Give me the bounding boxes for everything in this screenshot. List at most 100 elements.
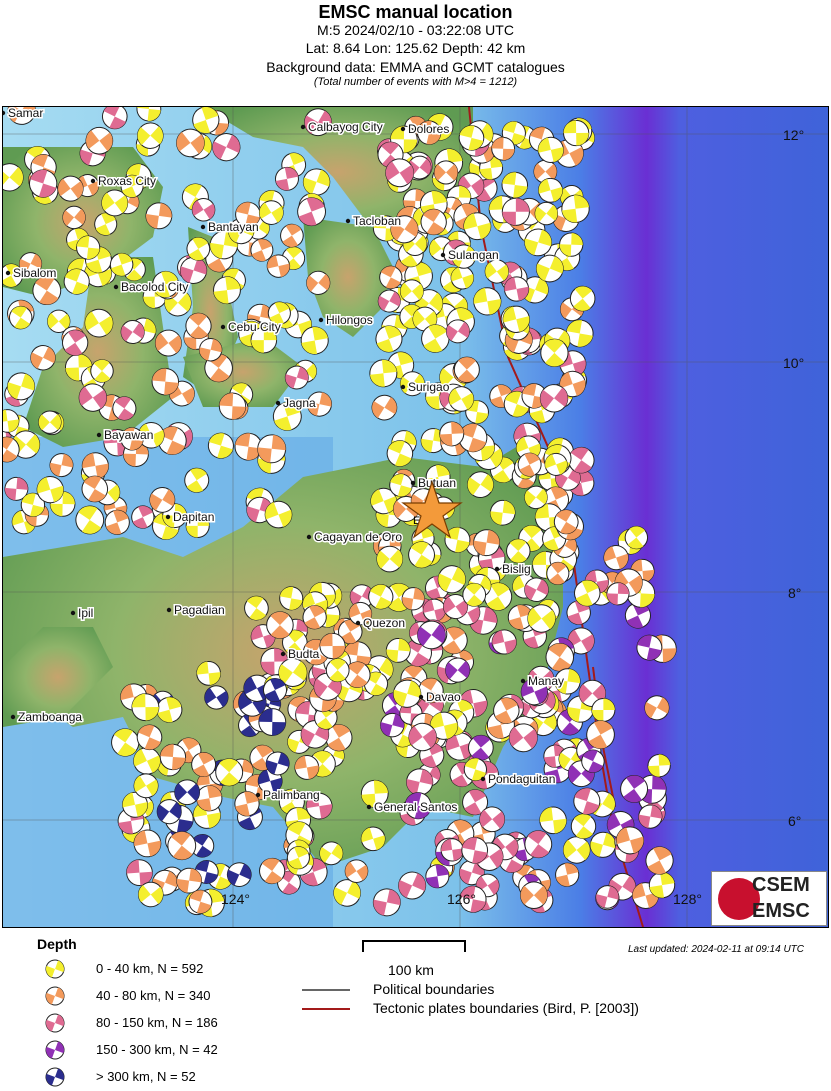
beachball-marker [45, 1040, 65, 1060]
city-label: Pondaguitan [488, 772, 555, 786]
city-label: Tacloban [353, 214, 401, 228]
city-label: Cebu City [228, 320, 281, 334]
city-dot [345, 218, 351, 224]
beachball-marker [131, 693, 160, 722]
beachball-marker [559, 232, 584, 257]
city-dot [113, 284, 119, 290]
city-label: Dapitan [173, 510, 214, 524]
city-dot [70, 610, 76, 616]
lat-label-6: 6° [788, 813, 801, 829]
legend-beachball-icon [45, 959, 65, 979]
city-dot [355, 620, 361, 626]
city-label: Sulangan [448, 248, 499, 262]
city-dot [400, 384, 406, 390]
logo-csem-text: CSEM [752, 874, 810, 896]
lat-label-12: 12° [783, 127, 804, 143]
city-label: Jagna [283, 396, 316, 410]
city-label: Roxas City [98, 174, 156, 188]
city-dot [306, 534, 312, 540]
legend-item-label: 0 - 40 km, N = 592 [96, 961, 204, 976]
city-label: Pagadian [174, 603, 225, 617]
city-label: Bayawan [104, 428, 153, 442]
city-label: Budta [288, 647, 320, 661]
city-label: Zamboanga [18, 710, 82, 724]
beachball-marker [606, 582, 630, 606]
beachball-marker [563, 119, 590, 147]
city-dot [410, 480, 416, 486]
city-label: Bantayan [208, 220, 259, 234]
last-updated: Last updated: 2024-02-11 at 09:14 UTC [627, 944, 804, 955]
city-dot [200, 224, 206, 230]
beachball-marker [591, 698, 616, 723]
background-data-note: Background data: EMMA and GCMT catalogue… [266, 59, 565, 75]
city-dot [275, 400, 281, 406]
plate-boundary-swatch [302, 1008, 350, 1010]
city-dot [440, 252, 446, 258]
lat-label-10: 10° [783, 355, 804, 371]
beachball-marker [45, 986, 65, 1006]
city-label: Ipil [78, 606, 93, 620]
city-label: Butuan [418, 476, 456, 490]
lon-label-128: 128° [673, 891, 702, 907]
city-label: Bacolod City [121, 280, 188, 294]
map-title: EMSC manual location [318, 2, 513, 22]
legend-item-label: 80 - 150 km, N = 186 [96, 1015, 218, 1030]
city-dot [165, 514, 171, 520]
city-label: Hilongos [326, 313, 373, 327]
city-label: General Santos [374, 800, 457, 814]
city-label: Dolores [408, 122, 449, 136]
legend-item-label: > 300 km, N = 52 [96, 1069, 196, 1084]
legend-item-label: 40 - 80 km, N = 340 [96, 988, 211, 1003]
emsc-logo: CSEM EMSC [711, 871, 827, 926]
city-dot [318, 317, 324, 323]
city-dot [400, 126, 406, 132]
city-label: Samar [8, 107, 43, 120]
political-boundary-label: Political boundaries [373, 981, 495, 997]
event-magnitude-time: M:5 2024/02/10 - 03:22:08 UTC [317, 22, 514, 38]
city-dot [166, 607, 172, 613]
city-dot [480, 776, 486, 782]
total-events-note: (Total number of events with M>4 = 1212) [313, 76, 518, 88]
beachball-marker [45, 959, 65, 979]
seismic-map: Samar Calbayog City Dolores Roxas City Banta… [2, 106, 829, 928]
city-dot [300, 124, 306, 130]
city-label: Bislig [502, 562, 531, 576]
event-coordinates: Lat: 8.64 Lon: 125.62 Depth: 42 km [305, 40, 526, 56]
lat-label-8: 8° [788, 585, 801, 601]
city-dot [220, 324, 226, 330]
city-label: Surigao [408, 380, 450, 394]
city-label: Manay [528, 674, 564, 688]
beachball-marker [258, 708, 287, 736]
city-dot [494, 566, 500, 572]
lon-label-124: 124° [221, 891, 250, 907]
legend-beachball-icon [45, 1013, 65, 1033]
lon-label-126: 126° [447, 891, 476, 907]
plate-boundary-label: Tectonic plates boundaries (Bird, P. [20… [373, 1000, 639, 1016]
legend-title: Depth [37, 936, 77, 952]
legend-beachball-icon [45, 986, 65, 1006]
city-dot [10, 714, 16, 720]
scale-bar [362, 940, 466, 952]
legend-beachball-icon [45, 1067, 65, 1087]
city-dot [366, 804, 372, 810]
city-label: Cagayan de Oro [314, 530, 402, 544]
city-dot [5, 270, 11, 276]
legend-item-label: 150 - 300 km, N = 42 [96, 1042, 218, 1057]
political-boundary-swatch [302, 989, 350, 991]
legend-beachball-icon [45, 1040, 65, 1060]
city-label: Calbayog City [308, 120, 383, 134]
city-label: Davao [426, 690, 461, 704]
beachball-marker [319, 632, 346, 660]
scale-label: 100 km [388, 962, 434, 978]
city-label: Sibalom [13, 266, 56, 280]
logo-emsc-text: EMSC [752, 900, 810, 922]
beachball-marker [501, 197, 530, 226]
city-label: Quezon [363, 616, 405, 630]
beachball-marker [45, 1067, 65, 1087]
beachball-marker [439, 421, 465, 447]
beachball-marker [647, 753, 671, 778]
city-dot [418, 694, 424, 700]
beachball-marker [491, 136, 516, 161]
city-label: Palimbang [263, 788, 320, 802]
beachball-marker [45, 1013, 65, 1033]
